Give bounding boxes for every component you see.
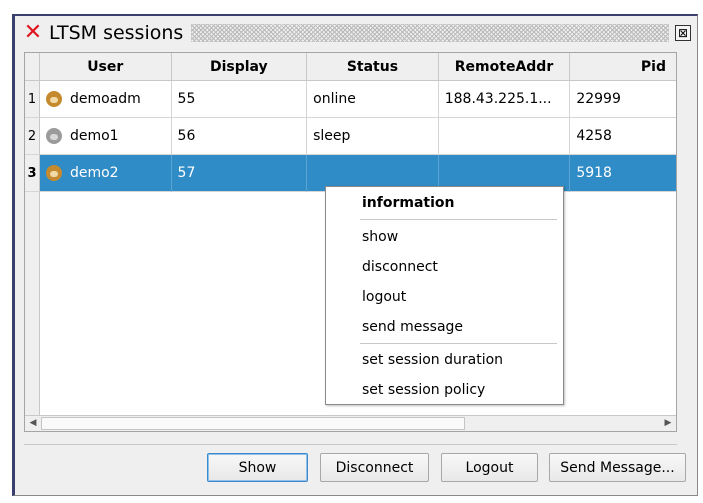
scroll-right-icon[interactable]: ▶ [660,416,676,431]
cell-user: demoadm [39,81,172,118]
scrollbar-thumb[interactable] [41,417,465,430]
window-title: LTSM sessions [49,22,184,44]
menu-divider [360,219,557,220]
cell-remoteaddr [438,118,571,155]
divider [24,444,677,445]
close-window-button[interactable]: ⊠ [675,25,691,41]
row-number[interactable]: 2 [25,118,40,155]
show-button[interactable]: Show [207,453,308,482]
horizontal-scrollbar[interactable]: ◀ ▶ [25,415,676,431]
cell-user: demo2 [39,155,172,192]
row-number[interactable]: 1 [25,81,40,118]
cell-user: demo1 [39,118,172,155]
menu-item-logout[interactable]: logout [326,283,563,311]
table-row[interactable]: 2 demo1 56 sleep 4258 [25,118,676,155]
corner-header[interactable] [25,53,40,81]
column-header-user[interactable]: User [40,53,172,81]
cell-status: sleep [307,118,439,155]
row-header-gutter [25,192,40,416]
menu-item-set-session-duration[interactable]: set session duration [326,346,563,374]
row-number[interactable]: 3 [25,155,40,192]
monkey-online-icon [45,165,62,181]
cell-display: 56 [171,118,308,155]
cell-pid: 4258 [570,118,676,155]
cell-remoteaddr: 188.43.225.1... [438,81,571,118]
scroll-left-icon[interactable]: ◀ [25,416,41,431]
table-header: User Display Status RemoteAddr Pid [25,53,676,81]
cell-status: online [307,81,439,118]
table-row[interactable]: 1 demoadm 55 online 188.43.225.1... 2299… [25,81,676,118]
column-header-display[interactable]: Display [172,53,308,81]
monkey-online-icon [45,91,62,107]
red-x-icon[interactable]: ✕ [19,22,47,44]
cell-display: 57 [171,155,308,192]
user-name: demo2 [69,164,119,181]
disconnect-button[interactable]: Disconnect [320,453,429,482]
menu-item-set-session-policy[interactable]: set session policy [326,376,563,404]
column-header-status[interactable]: Status [307,53,439,81]
column-header-pid[interactable]: Pid [570,53,676,81]
desktop-strip [0,0,703,8]
user-name: demoadm [69,90,141,107]
monkey-sleep-icon [45,128,62,144]
menu-item-disconnect[interactable]: disconnect [326,253,563,281]
user-name: demo1 [69,127,119,144]
cell-pid: 5918 [570,155,676,192]
send-message-button[interactable]: Send Message... [549,453,686,482]
cell-display: 55 [171,81,308,118]
menu-item-show[interactable]: show [326,223,563,251]
menu-header-information: information [362,195,455,211]
cell-pid: 22999 [570,81,676,118]
menu-divider [360,343,557,344]
context-menu: information show disconnect logout send … [325,186,564,405]
menu-item-send-message[interactable]: send message [326,313,563,341]
title-bar[interactable]: ✕ LTSM sessions ⊠ [15,16,697,50]
column-header-remoteaddr[interactable]: RemoteAddr [439,53,571,81]
logout-button[interactable]: Logout [441,453,538,482]
title-bar-drag-area[interactable] [191,24,669,42]
